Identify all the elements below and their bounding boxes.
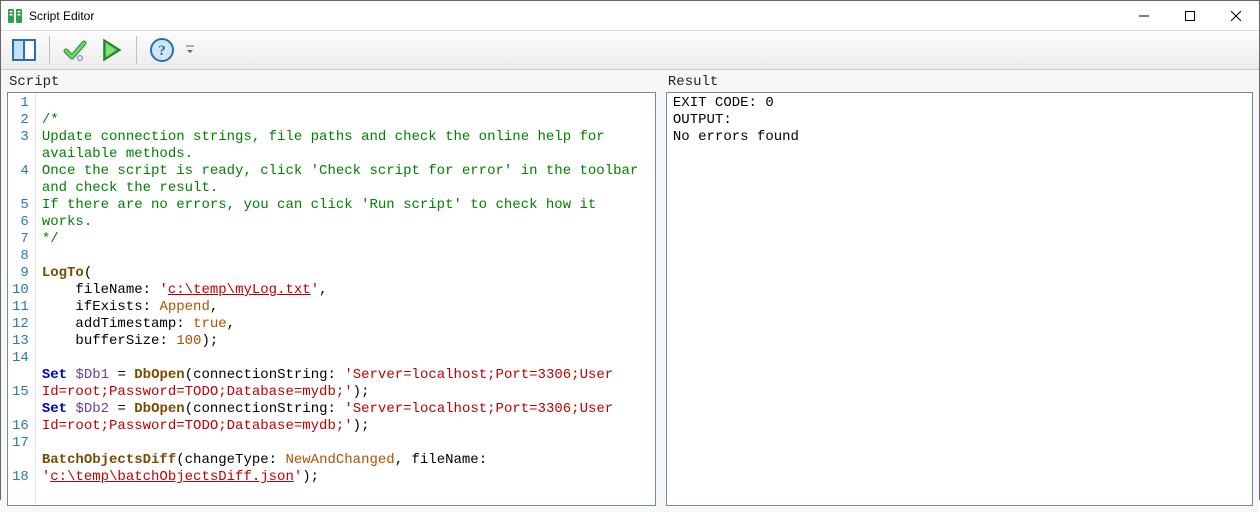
code-line[interactable]: BatchObjectsDiff(changeType: NewAndChang… bbox=[42, 452, 649, 486]
code-line[interactable]: /* bbox=[42, 112, 649, 129]
result-panel-label: Result bbox=[666, 74, 1253, 92]
run-script-button[interactable] bbox=[94, 33, 128, 67]
toolbar-separator bbox=[136, 36, 137, 64]
code-line[interactable] bbox=[42, 486, 649, 503]
toggle-panels-button[interactable] bbox=[7, 33, 41, 67]
script-panel: Script 123456789101112131415161718 /*Upd… bbox=[7, 74, 656, 506]
result-output[interactable]: EXIT CODE: 0 OUTPUT: No errors found bbox=[666, 92, 1253, 506]
toolbar-separator bbox=[49, 36, 50, 64]
code-line[interactable]: Set $Db2 = DbOpen(connectionString: 'Ser… bbox=[42, 401, 649, 435]
minimize-button[interactable] bbox=[1121, 1, 1167, 31]
svg-text:?: ? bbox=[158, 43, 166, 59]
code-line[interactable] bbox=[42, 435, 649, 452]
toolbar-overflow-icon[interactable] bbox=[185, 45, 195, 55]
script-editor[interactable]: 123456789101112131415161718 /*Update con… bbox=[7, 92, 656, 506]
app-icon bbox=[7, 8, 23, 24]
code-line[interactable]: addTimestamp: true, bbox=[42, 316, 649, 333]
result-panel: Result EXIT CODE: 0 OUTPUT: No errors fo… bbox=[666, 74, 1253, 506]
help-button[interactable]: ? bbox=[145, 33, 179, 67]
code-line[interactable]: LogTo( bbox=[42, 265, 649, 282]
code-line[interactable]: Once the script is ready, click 'Check s… bbox=[42, 163, 649, 197]
window-controls bbox=[1121, 1, 1259, 30]
code-line[interactable]: */ bbox=[42, 231, 649, 248]
code-line[interactable] bbox=[42, 95, 649, 112]
maximize-button[interactable] bbox=[1167, 1, 1213, 31]
code-line[interactable]: Set $Db1 = DbOpen(connectionString: 'Ser… bbox=[42, 367, 649, 401]
check-script-button[interactable] bbox=[58, 33, 92, 67]
code-line[interactable]: bufferSize: 100); bbox=[42, 333, 649, 350]
code-line[interactable] bbox=[42, 350, 649, 367]
main-area: Script 123456789101112131415161718 /*Upd… bbox=[1, 70, 1259, 512]
code-line[interactable]: If there are no errors, you can click 'R… bbox=[42, 197, 649, 231]
toolbar: ? bbox=[1, 31, 1259, 70]
code-line[interactable]: fileName: 'c:\temp\myLog.txt', bbox=[42, 282, 649, 299]
code-area[interactable]: /*Update connection strings, file paths … bbox=[36, 93, 655, 505]
code-line[interactable] bbox=[42, 248, 649, 265]
close-button[interactable] bbox=[1213, 1, 1259, 31]
code-line[interactable]: ifExists: Append, bbox=[42, 299, 649, 316]
line-number-gutter: 123456789101112131415161718 bbox=[8, 93, 36, 505]
script-panel-label: Script bbox=[7, 74, 656, 92]
window-title: Script Editor bbox=[29, 9, 1121, 23]
code-line[interactable]: Update connection strings, file paths an… bbox=[42, 129, 649, 163]
titlebar: Script Editor bbox=[1, 1, 1259, 31]
